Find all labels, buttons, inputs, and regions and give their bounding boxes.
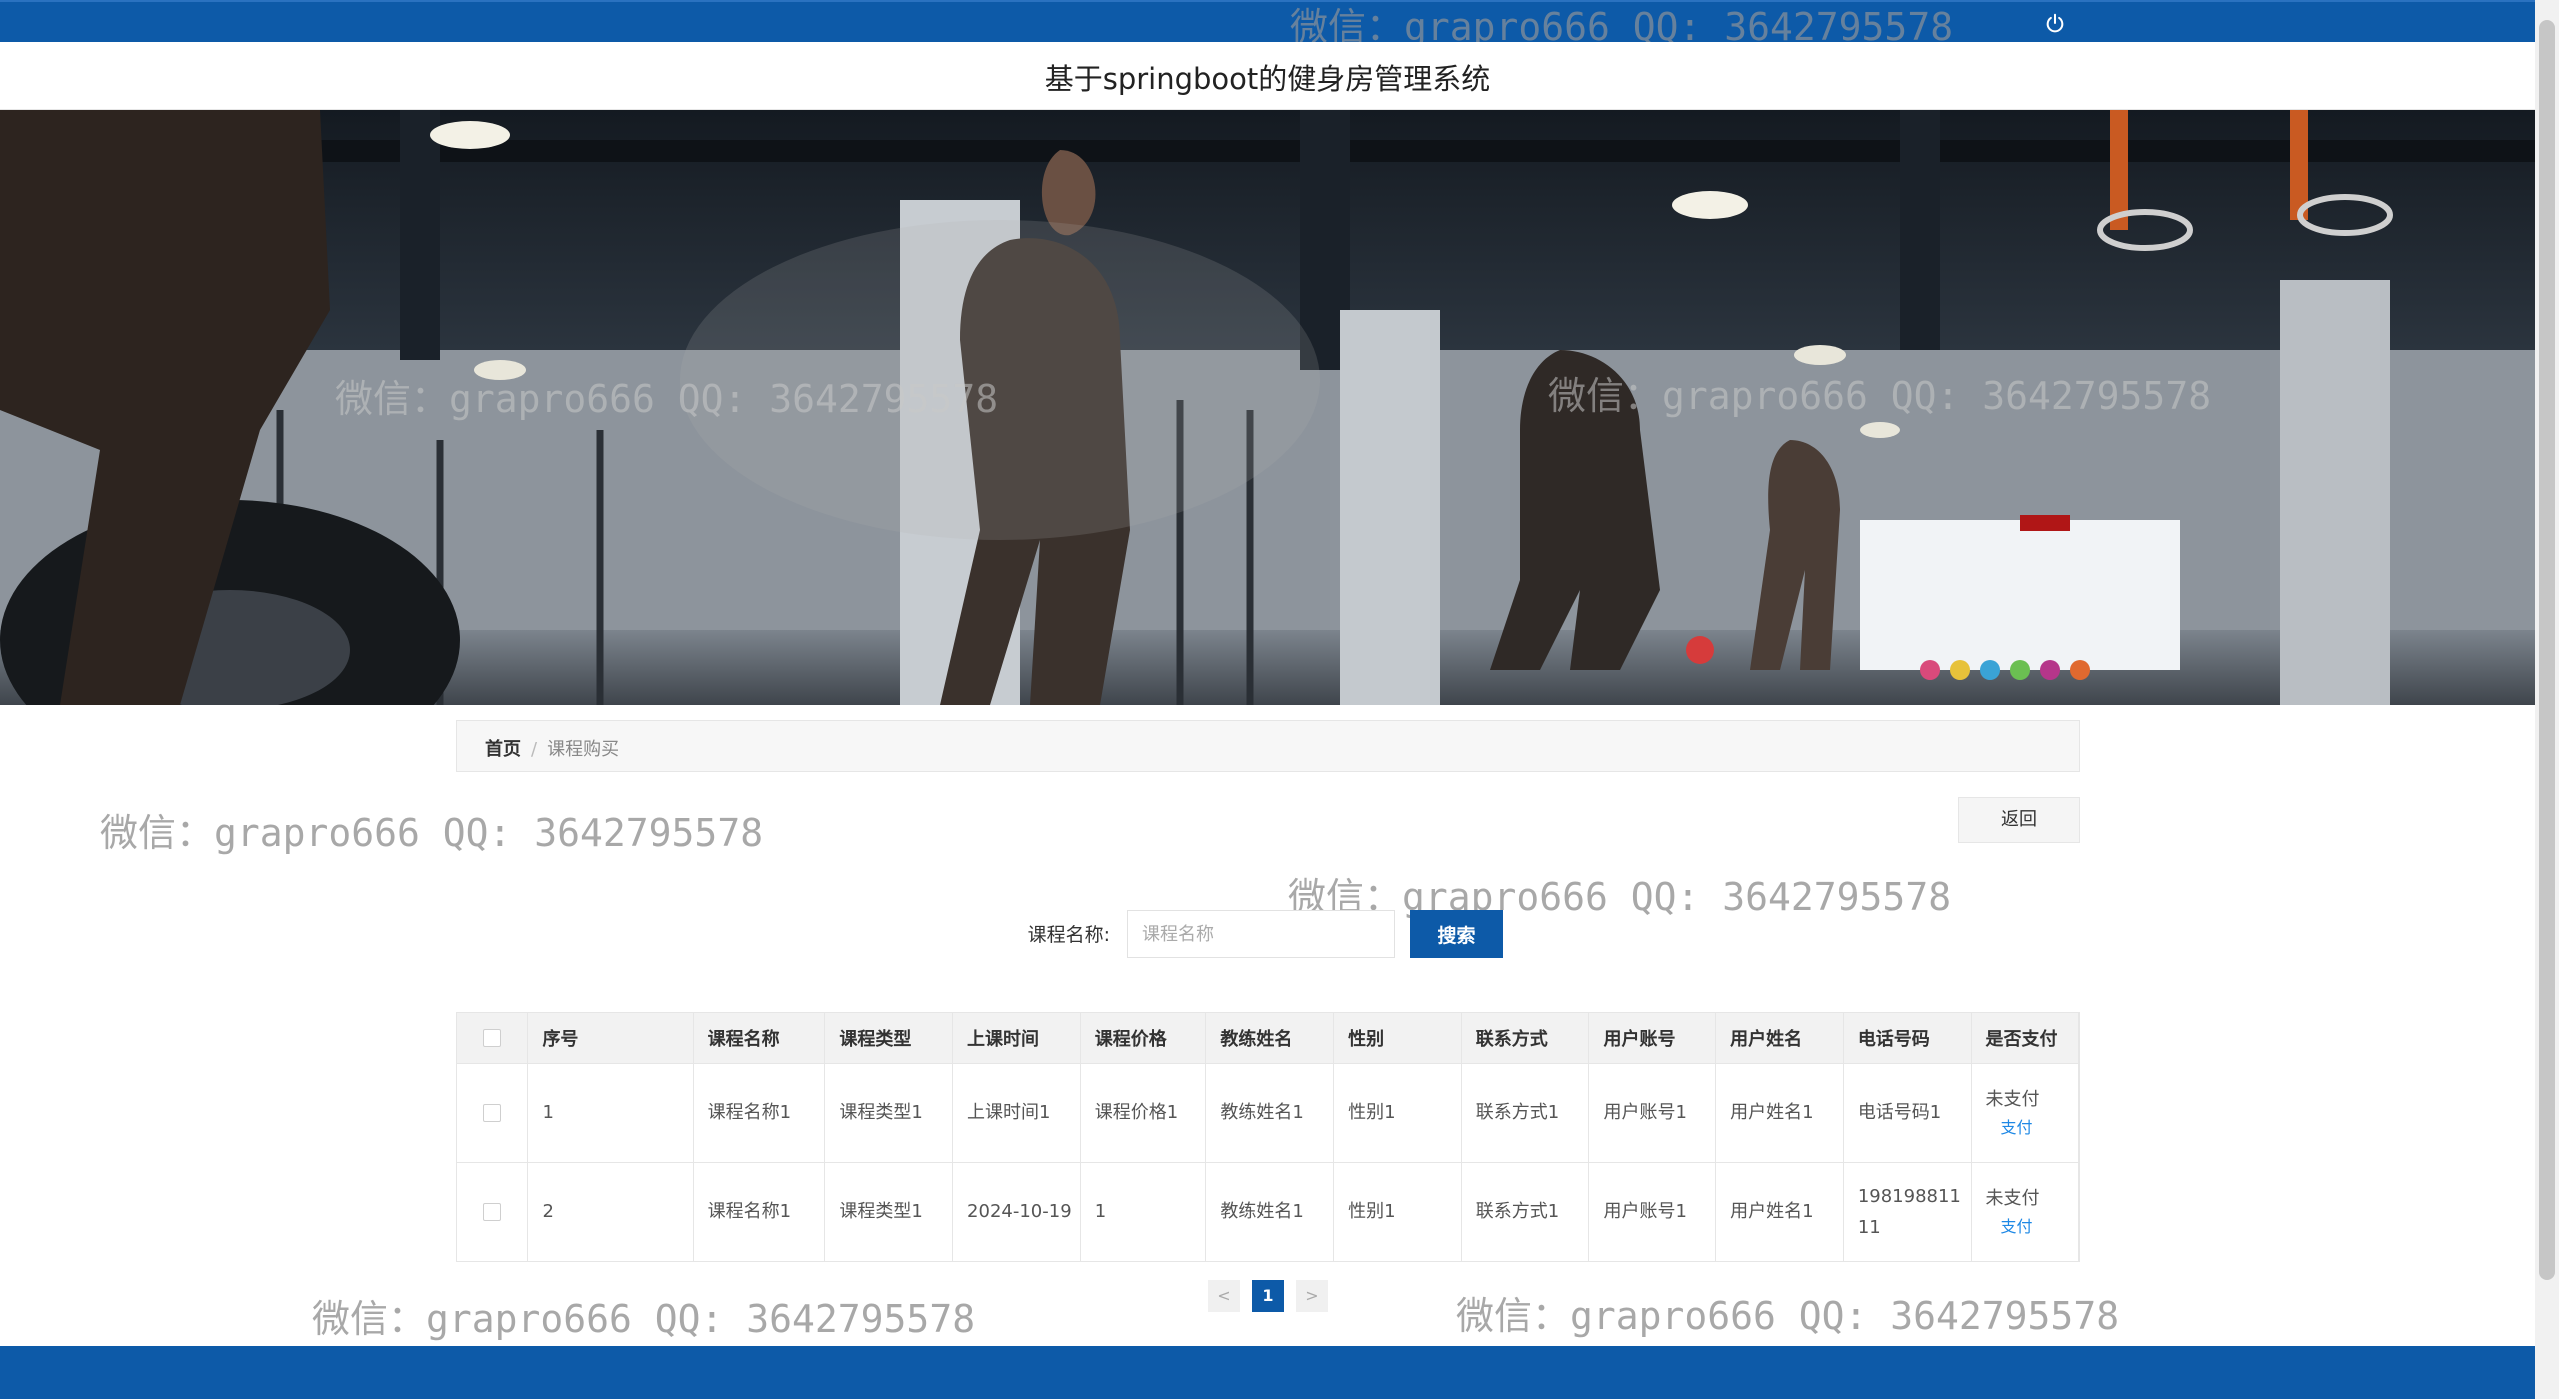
cell-account: 用户账号1 xyxy=(1588,1063,1717,1163)
cell-contact: 联系方式1 xyxy=(1461,1162,1590,1262)
cell-course-type: 课程类型1 xyxy=(824,1162,954,1262)
column-header: 联系方式 xyxy=(1461,1013,1590,1064)
column-header: 教练姓名 xyxy=(1205,1013,1335,1064)
cell-coach-name: 教练姓名1 xyxy=(1205,1162,1335,1262)
pay-link[interactable]: 支付 xyxy=(1986,1115,2048,1141)
gym-photo xyxy=(0,110,2535,705)
cell-course-name: 课程名称1 xyxy=(693,1162,826,1262)
prev-page-button[interactable]: < xyxy=(1208,1280,1240,1312)
current-page-button[interactable]: 1 xyxy=(1252,1280,1284,1312)
cell-price: 课程价格1 xyxy=(1080,1063,1207,1163)
cell-gender: 性别1 xyxy=(1333,1063,1462,1163)
column-header: 用户账号 xyxy=(1588,1013,1717,1064)
column-header: 课程价格 xyxy=(1080,1013,1207,1064)
footer-bar xyxy=(0,1346,2535,1399)
search-button[interactable]: 搜索 xyxy=(1410,910,1503,958)
column-header: 课程类型 xyxy=(824,1013,954,1064)
column-header: 性别 xyxy=(1333,1013,1462,1064)
row-select-cell xyxy=(457,1063,529,1163)
breadcrumb: 首页 / 课程购买 xyxy=(456,720,2080,772)
cell-account: 用户账号1 xyxy=(1588,1162,1717,1262)
column-header: 用户姓名 xyxy=(1715,1013,1844,1064)
cell-class-time: 上课时间1 xyxy=(952,1063,1081,1163)
banner-image: 微信：grapro666 QQ: 3642795578 微信：grapro666… xyxy=(0,110,2535,705)
cell-phone: 19819881111 xyxy=(1843,1162,1972,1262)
back-button[interactable]: 返回 xyxy=(1958,797,2080,843)
site-title: 基于springboot的健身房管理系统 xyxy=(1044,62,1491,96)
page-scrollbar[interactable] xyxy=(2535,0,2559,1399)
cell-phone: 电话号码1 xyxy=(1843,1063,1972,1163)
course-name-search-input[interactable] xyxy=(1127,910,1395,958)
row-select-cell xyxy=(457,1162,529,1262)
row-checkbox[interactable] xyxy=(483,1104,502,1122)
cell-user-name: 用户姓名1 xyxy=(1715,1063,1844,1163)
next-page-button[interactable]: > xyxy=(1296,1280,1328,1312)
cell-gender: 性别1 xyxy=(1333,1162,1462,1262)
title-bar: 基于springboot的健身房管理系统 xyxy=(0,42,2535,110)
breadcrumb-current: 课程购买 xyxy=(547,739,620,760)
column-header: 课程名称 xyxy=(693,1013,826,1064)
cell-index: 1 xyxy=(527,1063,694,1163)
watermark: 微信：grapro666 QQ: 3642795578 xyxy=(312,1297,976,1341)
watermark: 微信：grapro666 QQ: 3642795578 xyxy=(100,811,764,855)
column-header: 上课时间 xyxy=(952,1013,1081,1064)
search-label: 课程名称: xyxy=(1027,924,1110,946)
cell-contact: 联系方式1 xyxy=(1461,1063,1590,1163)
power-icon[interactable] xyxy=(2044,12,2066,34)
pay-status-text: 未支付 xyxy=(1985,1089,2040,1110)
select-all-cell xyxy=(457,1013,529,1064)
cell-user-name: 用户姓名1 xyxy=(1715,1162,1844,1262)
cell-coach-name: 教练姓名1 xyxy=(1205,1063,1335,1163)
cell-class-time: 2024-10-19 xyxy=(952,1162,1081,1262)
course-table: 序号 课程名称 课程类型 上课时间 课程价格 教练姓名 性别 联系方式 用户账号… xyxy=(456,1012,2080,1262)
watermark: 微信：grapro666 QQ: 3642795578 xyxy=(1456,1294,2120,1338)
table-row: 2 课程名称1 课程类型1 2024-10-19 1 教练姓名1 性别1 联系方… xyxy=(457,1162,2079,1262)
scrollbar-thumb[interactable] xyxy=(2539,20,2555,1280)
select-all-checkbox[interactable] xyxy=(483,1029,502,1048)
row-checkbox[interactable] xyxy=(483,1203,502,1221)
breadcrumb-home-link[interactable]: 首页 xyxy=(485,739,521,760)
pay-link[interactable]: 支付 xyxy=(1986,1214,2048,1240)
cell-pay-status: 未支付 支付 xyxy=(1971,1063,2079,1163)
cell-pay-status: 未支付 支付 xyxy=(1971,1162,2079,1262)
cell-index: 2 xyxy=(527,1162,694,1262)
breadcrumb-separator: / xyxy=(531,739,538,760)
top-bar xyxy=(0,0,2535,42)
cell-price: 1 xyxy=(1080,1162,1207,1262)
pay-status-text: 未支付 xyxy=(1985,1188,2040,1209)
column-header: 是否支付 xyxy=(1971,1013,2079,1064)
table-header-row: 序号 课程名称 课程类型 上课时间 课程价格 教练姓名 性别 联系方式 用户账号… xyxy=(457,1013,2079,1064)
table-row: 1 课程名称1 课程类型1 上课时间1 课程价格1 教练姓名1 性别1 联系方式… xyxy=(457,1063,2079,1163)
cell-course-type: 课程类型1 xyxy=(824,1063,954,1163)
column-header: 电话号码 xyxy=(1843,1013,1972,1064)
column-header: 序号 xyxy=(527,1013,694,1064)
cell-course-name: 课程名称1 xyxy=(693,1063,826,1163)
